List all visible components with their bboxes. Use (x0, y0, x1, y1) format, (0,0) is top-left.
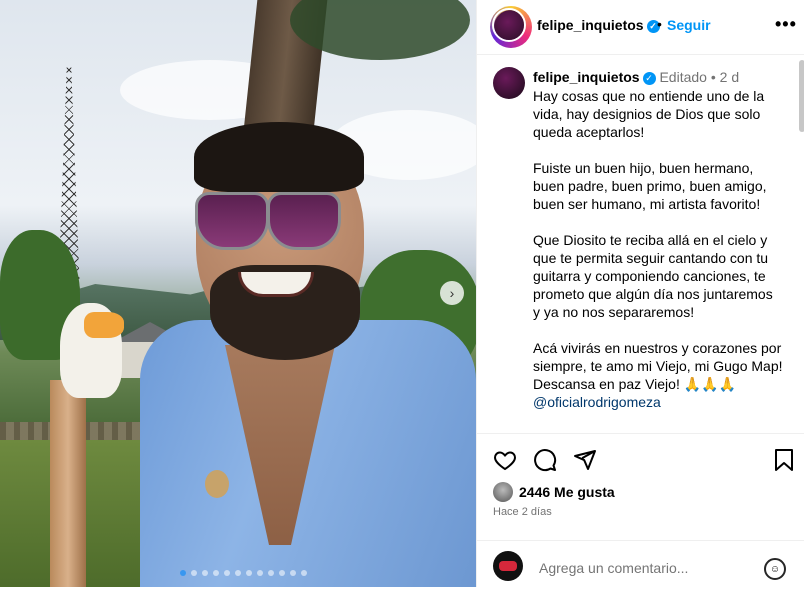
heart-icon (494, 451, 516, 471)
sunglasses (193, 192, 348, 252)
walking-stick (50, 380, 86, 587)
verified-badge-icon: ✓ (642, 71, 656, 85)
post-side-panel: felipe_inquietos ✓ • Seguir ••• felipe_in… (476, 0, 804, 587)
like-button[interactable] (491, 446, 519, 474)
caption-text: Hay cosas que no entiende uno de la vida… (533, 88, 783, 392)
next-photo-button[interactable]: › (440, 281, 464, 305)
carousel-dot (224, 570, 230, 576)
more-options-icon[interactable]: ••• (775, 14, 797, 35)
mention-link[interactable]: @oficialrodrigomeza (533, 394, 661, 410)
carousel-dots (180, 570, 307, 576)
meta-dot: • (710, 69, 716, 85)
carousel-dot (180, 570, 186, 576)
share-button[interactable] (571, 446, 599, 474)
carousel-dot (191, 570, 197, 576)
likes-count[interactable]: 2446 Me gusta (519, 484, 615, 500)
carousel-dot (290, 570, 296, 576)
viewer-avatar (493, 551, 523, 581)
instagram-post-view: › felipe_inquietos ✓ • Seguir ••• felipe_… (0, 0, 804, 587)
eagle-beak (84, 312, 124, 338)
necklace (205, 470, 229, 498)
caption-header: felipe_inquietos ✓ Editado • 2 d (533, 69, 739, 85)
author-avatar[interactable] (490, 6, 532, 48)
share-icon (574, 450, 596, 470)
author-username[interactable]: felipe_inquietos ✓ (537, 17, 660, 33)
carousel-dot (279, 570, 285, 576)
bookmark-icon (775, 449, 793, 471)
person-hair (194, 122, 364, 192)
carousel-dot (235, 570, 241, 576)
post-photo[interactable]: › (0, 0, 476, 587)
liker-avatar[interactable] (493, 482, 513, 502)
caption-username[interactable]: felipe_inquietos (533, 69, 640, 85)
carousel-dot (202, 570, 208, 576)
chevron-right-icon: › (449, 285, 455, 301)
caption-area: felipe_inquietos ✓ Editado • 2 d Hay cosa… (477, 55, 799, 433)
comment-input[interactable] (537, 559, 761, 577)
carousel-dot (213, 570, 219, 576)
caption-scrollbar[interactable] (799, 60, 804, 132)
comment-icon (534, 449, 557, 472)
author-username-text[interactable]: felipe_inquietos (537, 17, 644, 33)
carousel-dot (301, 570, 307, 576)
post-age[interactable]: 2 d (720, 69, 739, 85)
comment-button[interactable] (531, 446, 559, 474)
carousel-dot (257, 570, 263, 576)
comment-composer: ☺ (477, 540, 804, 591)
caption-author-avatar[interactable] (493, 67, 525, 99)
post-timestamp[interactable]: Hace 2 días (493, 506, 552, 518)
post-header: felipe_inquietos ✓ • Seguir ••• (477, 0, 804, 55)
caption-text-block: Hay cosas que no entiende uno de la vida… (533, 87, 783, 411)
carousel-dot (246, 570, 252, 576)
follow-button[interactable]: Seguir (667, 17, 711, 33)
actions-section: 2446 Me gusta Hace 2 días ☺ (477, 433, 804, 589)
header-separator: • (657, 16, 662, 32)
carousel-dot (268, 570, 274, 576)
edited-label: Editado (659, 69, 707, 85)
save-button[interactable] (770, 446, 798, 474)
emoji-icon[interactable]: ☺ (764, 558, 786, 580)
likes-row: 2446 Me gusta (493, 482, 615, 502)
